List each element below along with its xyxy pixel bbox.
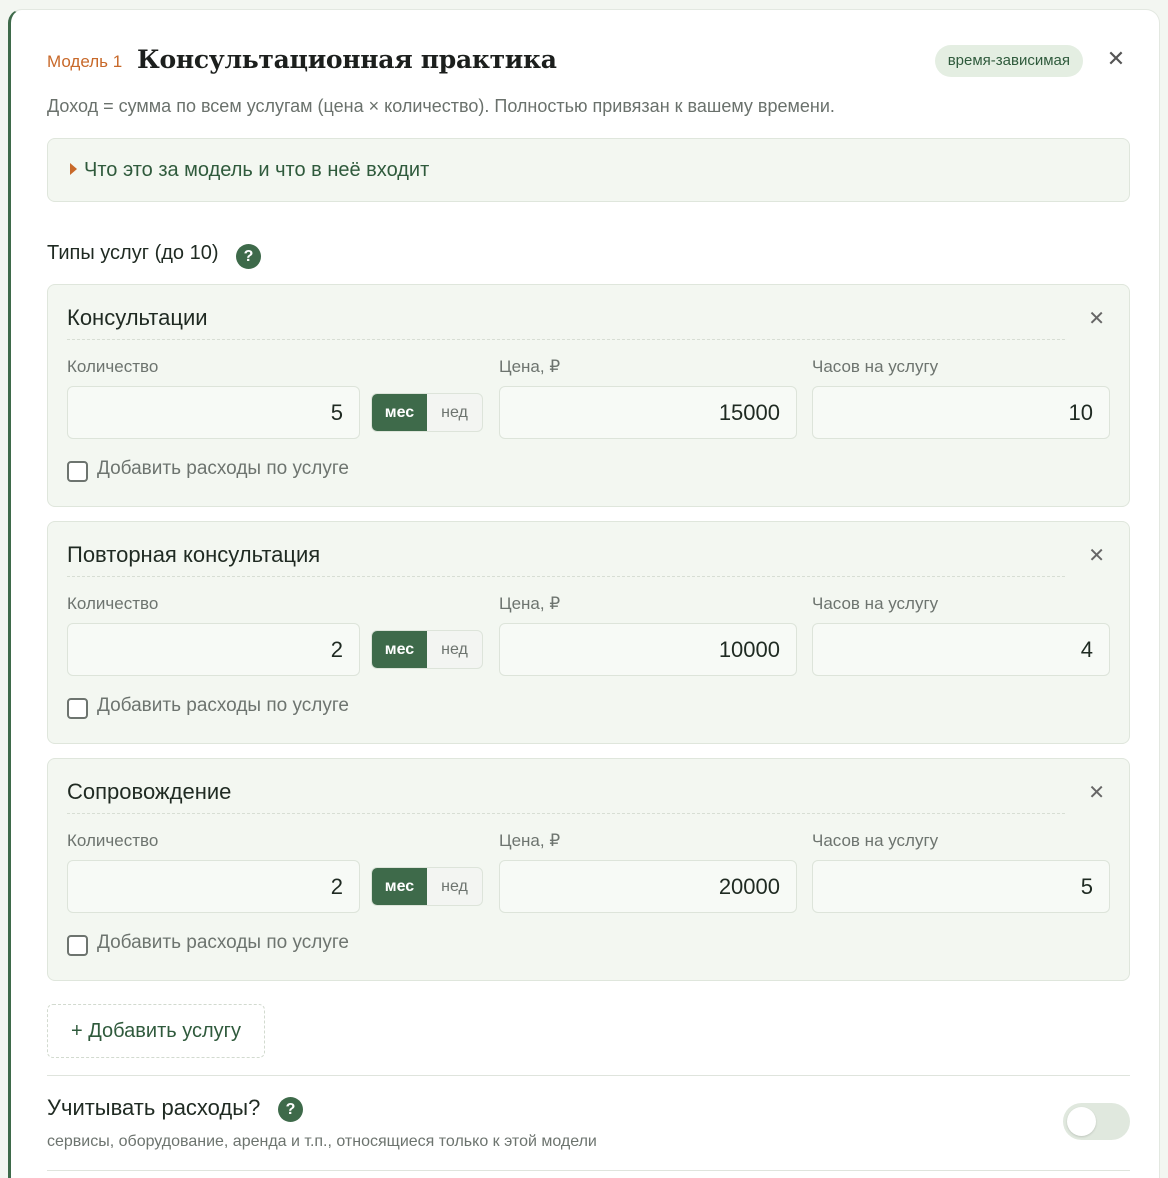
model-card: Модель 1 Консультационная практика время… xyxy=(8,9,1160,1178)
service-card: Сопровождение ✕ Количество Цена, ₽ Часов… xyxy=(47,758,1130,981)
add-expenses-checkbox[interactable] xyxy=(67,935,88,956)
price-label: Цена, ₽ xyxy=(499,831,561,850)
service-name[interactable]: Консультации xyxy=(67,305,208,331)
hours-label: Часов на услугу xyxy=(812,831,939,850)
remove-service-button[interactable]: ✕ xyxy=(1088,544,1105,568)
expenses-toggle[interactable] xyxy=(1063,1103,1130,1140)
expenses-subtitle: сервисы, оборудование, аренда и т.п., от… xyxy=(47,1133,597,1150)
services-section-title: Типы услуг (до 10) xyxy=(47,242,219,264)
add-expenses-label[interactable]: Добавить расходы по услуге xyxy=(97,458,349,480)
hours-label: Часов на услугу xyxy=(812,594,939,613)
model-number: Модель 1 xyxy=(47,52,123,71)
close-model-button[interactable]: ✕ xyxy=(1103,46,1129,72)
divider xyxy=(47,1170,1130,1171)
model-type-badge: время-зависимая xyxy=(934,45,1083,77)
service-card: Консультации ✕ Количество Цена, ₽ Часов … xyxy=(47,284,1130,507)
price-label: Цена, ₽ xyxy=(499,357,561,376)
remove-service-button[interactable]: ✕ xyxy=(1088,307,1105,331)
toggle-knob xyxy=(1067,1107,1096,1136)
period-week-option[interactable]: нед xyxy=(427,631,482,668)
quantity-label: Количество xyxy=(67,594,159,613)
add-service-button[interactable]: + Добавить услугу xyxy=(47,1004,265,1058)
quantity-input[interactable]: 2 xyxy=(67,860,360,913)
service-name-underline xyxy=(67,339,1065,340)
price-label: Цена, ₽ xyxy=(499,594,561,613)
period-week-option[interactable]: нед xyxy=(427,394,482,431)
quantity-input[interactable]: 5 xyxy=(67,386,360,439)
quantity-input[interactable]: 2 xyxy=(67,623,360,676)
service-name[interactable]: Сопровождение xyxy=(67,779,231,805)
hours-input[interactable]: 5 xyxy=(812,860,1110,913)
quantity-label: Количество xyxy=(67,357,159,376)
service-name[interactable]: Повторная консультация xyxy=(67,542,320,568)
period-toggle: мес нед xyxy=(371,630,483,669)
period-month-option[interactable]: мес xyxy=(372,394,427,431)
add-expenses-label[interactable]: Добавить расходы по услуге xyxy=(97,695,349,717)
remove-service-button[interactable]: ✕ xyxy=(1088,781,1105,805)
price-input[interactable]: 10000 xyxy=(499,623,797,676)
hours-input[interactable]: 4 xyxy=(812,623,1110,676)
service-name-underline xyxy=(67,576,1065,577)
quantity-label: Количество xyxy=(67,831,159,850)
service-card: Повторная консультация ✕ Количество Цена… xyxy=(47,521,1130,744)
model-header: Модель 1 Консультационная практика время… xyxy=(47,44,1129,84)
hours-label: Часов на услугу xyxy=(812,357,939,376)
period-month-option[interactable]: мес xyxy=(372,631,427,668)
add-expenses-checkbox[interactable] xyxy=(67,698,88,719)
help-icon[interactable]: ? xyxy=(236,244,261,269)
divider xyxy=(47,1075,1130,1076)
period-week-option[interactable]: нед xyxy=(427,868,482,905)
period-toggle: мес нед xyxy=(371,393,483,432)
model-title: Консультационная практика xyxy=(137,45,557,74)
add-expenses-label[interactable]: Добавить расходы по услуге xyxy=(97,932,349,954)
model-details-toggle[interactable]: Что это за модель и что в неё входит xyxy=(47,138,1130,202)
price-input[interactable]: 15000 xyxy=(499,386,797,439)
service-name-underline xyxy=(67,813,1065,814)
model-details-label: Что это за модель и что в неё входит xyxy=(84,159,430,181)
help-icon[interactable]: ? xyxy=(278,1097,303,1122)
expenses-title: Учитывать расходы? xyxy=(47,1095,261,1120)
price-input[interactable]: 20000 xyxy=(499,860,797,913)
caret-right-icon xyxy=(70,163,77,175)
add-expenses-checkbox[interactable] xyxy=(67,461,88,482)
model-subtitle: Доход = сумма по всем услугам (цена × ко… xyxy=(47,96,835,116)
hours-input[interactable]: 10 xyxy=(812,386,1110,439)
period-month-option[interactable]: мес xyxy=(372,868,427,905)
period-toggle: мес нед xyxy=(371,867,483,906)
